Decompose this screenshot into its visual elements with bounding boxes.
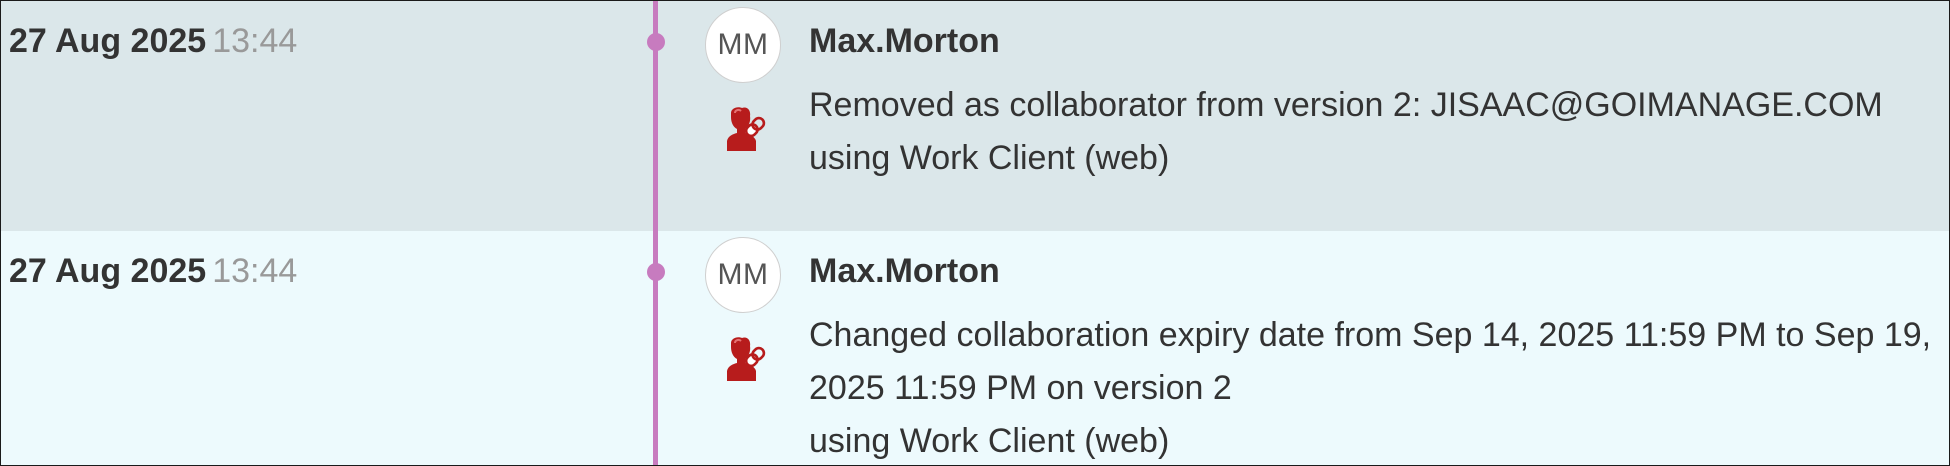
entry-description: Changed collaboration expiry date from S… (809, 309, 1949, 465)
timeline-dot (647, 33, 665, 51)
entry-timestamp: 27 Aug 2025 13:44 (9, 249, 297, 293)
entry-client-text: using Work Client (web) (809, 422, 1170, 460)
entry-timestamp: 27 Aug 2025 13:44 (9, 19, 297, 63)
entry-user[interactable]: Max.Morton (809, 19, 1000, 63)
entry-action-text: Changed collaboration expiry date from S… (809, 316, 1932, 407)
entry-time: 13:44 (212, 22, 298, 60)
avatar: MM (705, 237, 781, 313)
entry-date: 27 Aug 2025 (9, 22, 207, 60)
entry-action-text: Removed as collaborator from version 2: … (809, 86, 1883, 124)
collaborator-link-icon (727, 337, 766, 381)
entry-client-text: using Work Client (web) (809, 139, 1170, 177)
timeline-entry[interactable]: 27 Aug 2025 13:44 MM Max.Morton Changed c… (1, 231, 1949, 465)
entry-user[interactable]: Max.Morton (809, 249, 1000, 293)
entry-date: 27 Aug 2025 (9, 252, 207, 290)
collaborator-link-icon (727, 107, 766, 151)
timeline-dot (647, 263, 665, 281)
timeline-entry[interactable]: 27 Aug 2025 13:44 MM Max.Morton Removed a… (1, 1, 1949, 231)
avatar: MM (705, 7, 781, 83)
timeline-line (653, 1, 658, 465)
activity-timeline: 27 Aug 2025 13:44 MM Max.Morton Removed a… (0, 0, 1950, 466)
entry-description: Removed as collaborator from version 2: … (809, 79, 1883, 185)
entry-time: 13:44 (212, 252, 298, 290)
